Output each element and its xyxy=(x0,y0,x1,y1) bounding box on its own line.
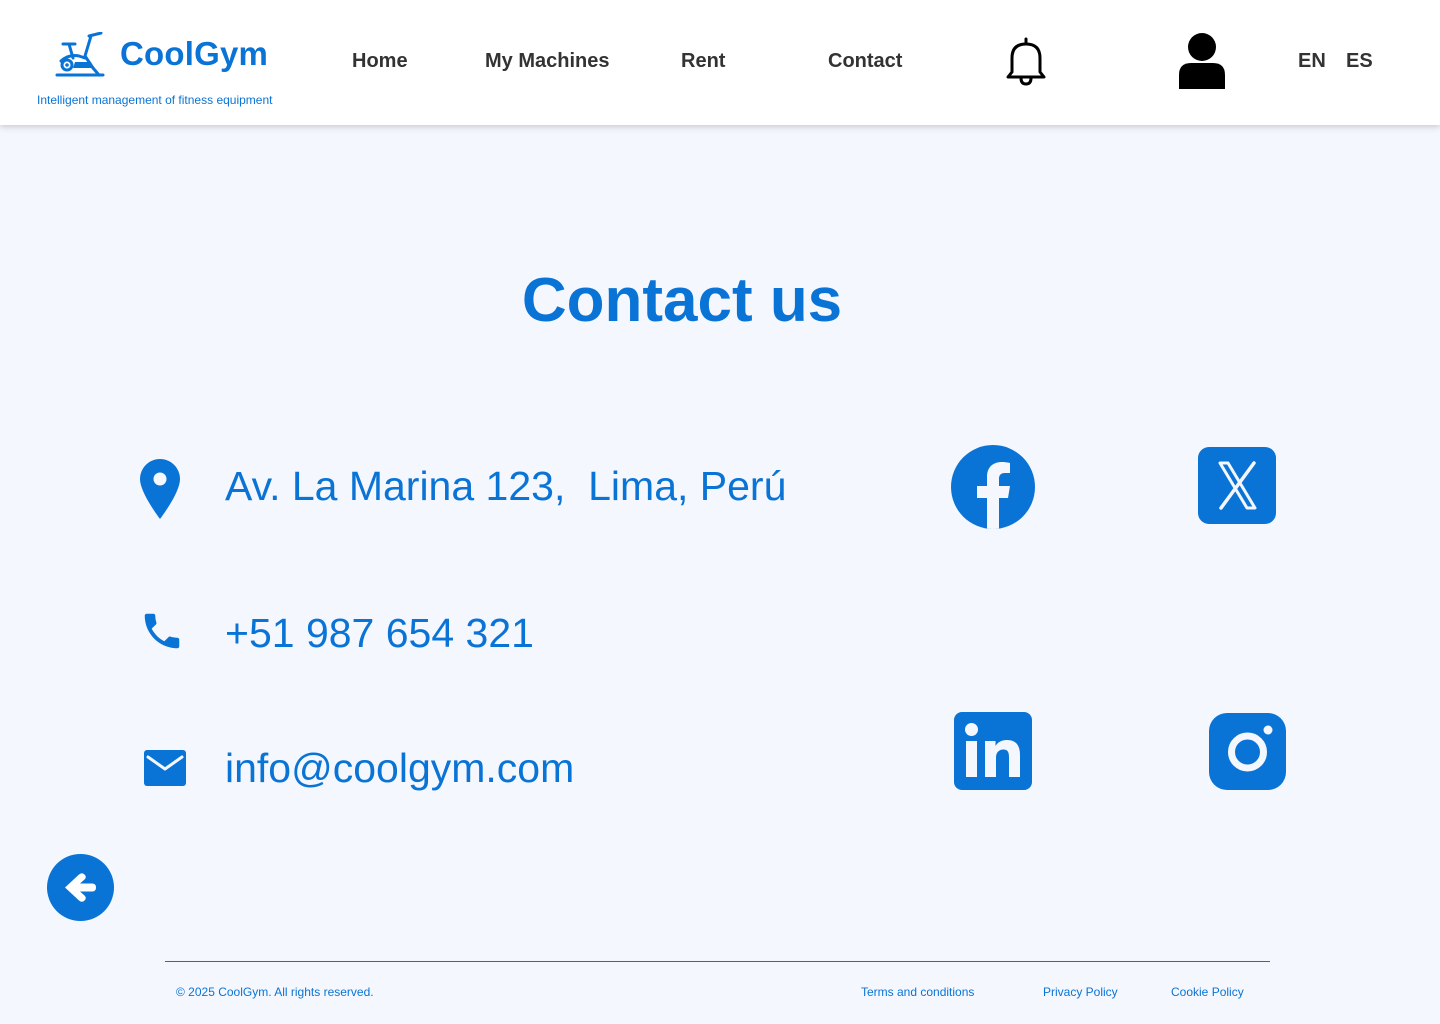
bell-icon[interactable] xyxy=(1004,36,1048,86)
page-title: Contact us xyxy=(521,266,843,335)
nav-my-machines[interactable]: My Machines xyxy=(485,50,609,73)
site-header: CoolGym Intelligent management of fitnes… xyxy=(0,0,1440,125)
brand-tagline: Intelligent management of fitness equipm… xyxy=(37,93,273,107)
nav-rent[interactable]: Rent xyxy=(681,50,725,73)
nav-home[interactable]: Home xyxy=(352,50,408,73)
language-es[interactable]: ES xyxy=(1346,50,1373,73)
cookie-policy-link[interactable]: Cookie Policy xyxy=(1171,985,1244,999)
back-button[interactable] xyxy=(47,854,114,921)
phone-icon xyxy=(144,613,180,649)
brand-name: CoolGym xyxy=(120,35,269,72)
address-text: Av. La Marina 123, Lima, Perú xyxy=(225,463,787,509)
user-icon[interactable] xyxy=(1176,31,1228,91)
email-text: info@coolgym.com xyxy=(225,745,575,791)
phone-text: +51 987 654 321 xyxy=(225,610,534,656)
footer-divider xyxy=(165,961,1270,962)
instagram-icon[interactable] xyxy=(1209,713,1286,790)
arrow-left-icon xyxy=(65,873,96,902)
location-pin-icon xyxy=(140,459,180,519)
email-icon xyxy=(144,750,186,786)
terms-link[interactable]: Terms and conditions xyxy=(861,985,974,999)
privacy-policy-link[interactable]: Privacy Policy xyxy=(1043,985,1118,999)
brand[interactable]: CoolGym Intelligent management of fitnes… xyxy=(37,30,297,110)
language-en[interactable]: EN xyxy=(1298,50,1326,73)
copyright-text: © 2025 CoolGym. All rights reserved. xyxy=(176,985,374,999)
exercise-bike-icon xyxy=(55,32,105,77)
x-icon[interactable] xyxy=(1198,447,1276,524)
linkedin-icon[interactable] xyxy=(954,712,1032,790)
nav-contact[interactable]: Contact xyxy=(828,50,902,73)
facebook-icon[interactable] xyxy=(950,444,1036,530)
